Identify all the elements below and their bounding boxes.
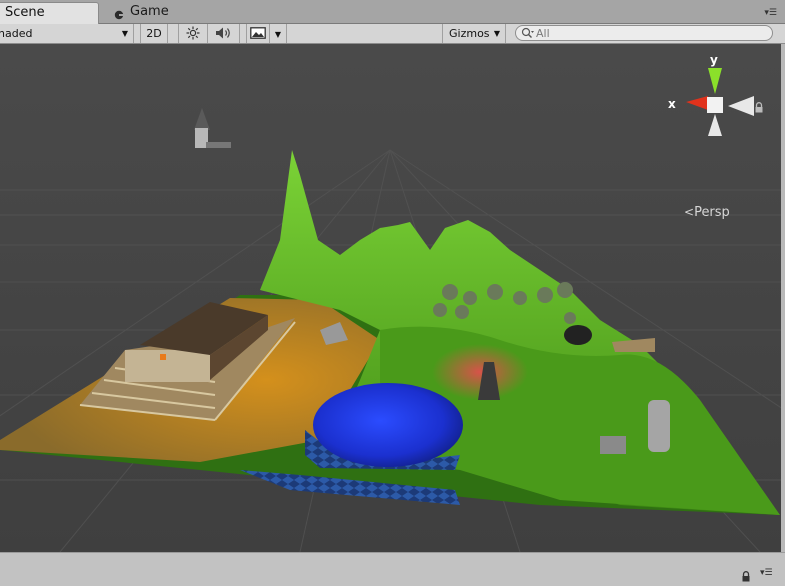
chevron-down-icon: ▼ [121, 29, 128, 38]
panel-menu-icon[interactable]: ▾☰ [760, 568, 773, 578]
persp-arrow-icon: < [684, 205, 695, 219]
tab-bar: Scene Game ▾☰ [0, 0, 785, 24]
effects-dropdown[interactable]: ▼ [270, 24, 287, 43]
tab-scene-label: Scene [5, 5, 45, 20]
scene-toolbar: naded ▼ 2D ▼ Gizmos ▼ All [0, 24, 785, 44]
x-axis-label: x [668, 97, 676, 111]
projection-toggle[interactable]: <Persp [684, 205, 730, 220]
orientation-gizmo[interactable]: y x [662, 52, 762, 144]
2d-label: 2D [146, 27, 162, 40]
shading-mode-dropdown[interactable]: naded ▼ [0, 24, 134, 43]
effects-toggle-button[interactable] [246, 24, 270, 43]
search-input[interactable] [536, 26, 761, 40]
tab-game-label: Game [130, 4, 169, 19]
y-axis-label: y [710, 53, 718, 67]
gizmos-dropdown[interactable]: Gizmos ▼ [442, 24, 506, 43]
chevron-down-icon: ▼ [493, 29, 500, 38]
scene-viewport[interactable]: y x <Persp [0, 44, 781, 552]
panel-menu-icon[interactable]: ▾☰ [764, 8, 777, 18]
search-icon [521, 27, 535, 42]
y-axis-cone[interactable] [708, 68, 722, 94]
image-icon [250, 27, 266, 40]
shading-mode-label: naded [0, 27, 33, 40]
gizmos-label: Gizmos [449, 27, 490, 40]
x-axis-cone[interactable] [686, 96, 708, 110]
status-bar: ▾☰ [0, 552, 785, 582]
2d-toggle-button[interactable]: 2D [140, 24, 168, 43]
audio-toggle-button[interactable] [208, 24, 240, 43]
neg-x-axis-cone[interactable] [728, 96, 754, 116]
lighting-toggle-button[interactable] [178, 24, 208, 43]
lock-icon[interactable] [741, 567, 751, 586]
tab-scene[interactable]: Scene [0, 2, 99, 24]
tab-game[interactable]: Game [110, 2, 200, 24]
chevron-down-icon: ▼ [274, 30, 282, 39]
speaker-icon [215, 27, 233, 40]
game-icon [114, 7, 124, 20]
hierarchy-search-field[interactable] [515, 25, 773, 41]
z-axis-cone[interactable] [708, 114, 722, 136]
sun-icon [186, 26, 200, 40]
projection-label: Persp [694, 205, 730, 220]
center-cube[interactable] [707, 97, 723, 113]
scrollbar-track[interactable] [781, 44, 785, 552]
